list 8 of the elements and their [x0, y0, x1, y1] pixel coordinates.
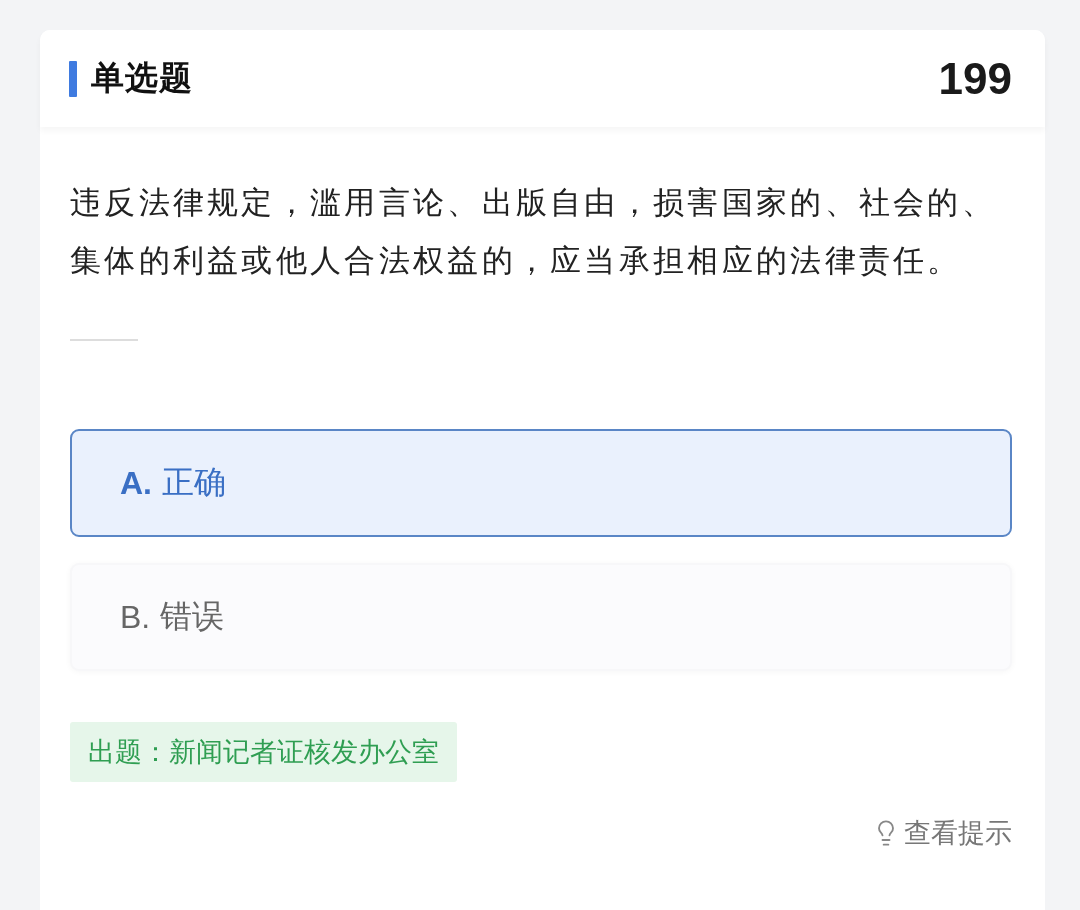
question-number: 199 — [938, 53, 1012, 104]
answer-option[interactable]: A. 正确 — [70, 429, 1012, 537]
answer-option[interactable]: B. 错误 — [70, 563, 1012, 671]
question-type-title: 单选题 — [91, 57, 193, 99]
accent-bar-icon — [69, 60, 77, 97]
question-text: 违反法律规定，滥用言论、出版自由，损害国家的、社会的、集体的利益或他人合法权益的，应当承担相应的法律责任。 — [70, 183, 998, 280]
hint-link[interactable]: 查看提示 — [872, 815, 1012, 851]
source-tag: 出题：新闻记者证核发办公室 — [70, 722, 457, 782]
